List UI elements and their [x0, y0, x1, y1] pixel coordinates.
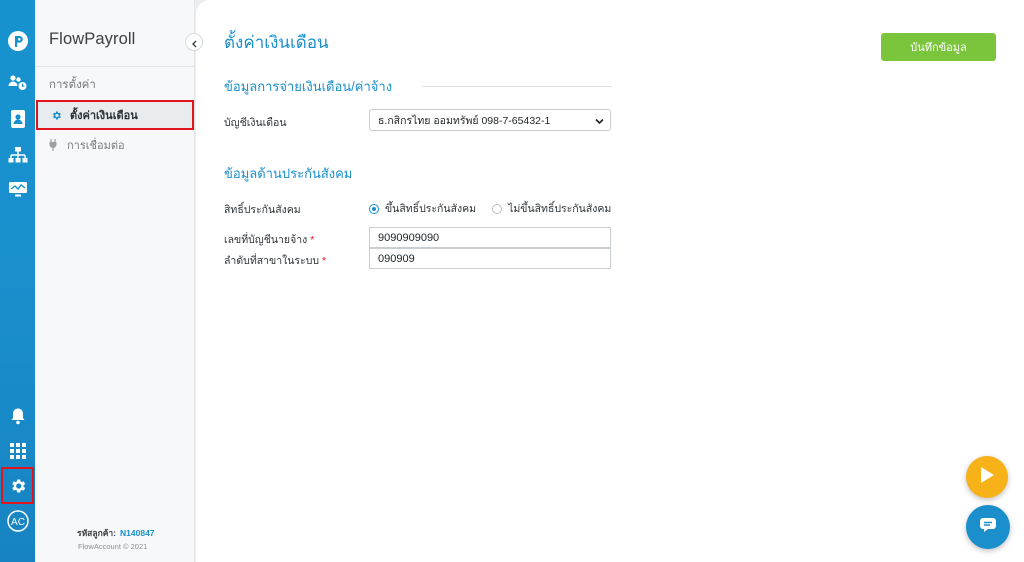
- save-button[interactable]: บันทึกข้อมูล: [881, 33, 996, 61]
- grid-icon[interactable]: [0, 436, 35, 466]
- branch-number-input[interactable]: [369, 248, 611, 269]
- sidebar-item-connections[interactable]: การเชื่อมต่อ: [35, 130, 195, 160]
- people-clock-icon[interactable]: [0, 68, 35, 98]
- divider: [422, 86, 613, 87]
- payment-section-heading: ข้อมูลการจ่ายเงินเดือน/ค่าจ้าง: [224, 76, 613, 97]
- required-mark: *: [322, 255, 327, 267]
- chevron-left-icon: [191, 33, 198, 52]
- radio-selected-icon[interactable]: [369, 203, 379, 214]
- employer-account-label: เลขที่บัญชีนายจ้าง *: [224, 231, 314, 248]
- section-heading-text: ข้อมูลด้านประกันสังคม: [224, 166, 353, 181]
- copyright: FlowAccount © 2021: [78, 542, 148, 551]
- play-tutorial-button[interactable]: [966, 456, 1008, 498]
- sidebar-item-label: ตั้งค่าเงินเดือน: [70, 110, 138, 122]
- plug-icon: [47, 139, 59, 151]
- social-security-section-heading: ข้อมูลด้านประกันสังคม: [224, 163, 352, 184]
- play-icon: [979, 466, 995, 488]
- id-card-icon[interactable]: [0, 104, 35, 134]
- collapse-sidebar-button[interactable]: [185, 33, 203, 51]
- salary-account-select[interactable]: ธ.กสิกรไทย ออมทรัพย์ 098-7-65432-1: [369, 109, 611, 131]
- employer-account-input[interactable]: [369, 227, 611, 248]
- radio-label: ไม่ขึ้นสิทธิ์ประกันสังคม: [508, 203, 612, 215]
- section-heading-text: ข้อมูลการจ่ายเงินเดือน/ค่าจ้าง: [224, 79, 393, 94]
- icon-rail: AC: [0, 0, 35, 562]
- customer-code-label: รหัสลูกค้า:: [77, 528, 117, 538]
- main-content: ตั้งค่าเงินเดือน บันทึกข้อมูล ข้อมูลการจ…: [196, 0, 1024, 562]
- sidebar-item-label: การเชื่อมต่อ: [67, 140, 125, 152]
- social-rights-radio-group: ขึ้นสิทธิ์ประกันสังคม ไม่ขึ้นสิทธิ์ประกั…: [369, 200, 627, 217]
- radio-unselected-icon[interactable]: [492, 203, 503, 214]
- select-value: ธ.กสิกรไทย ออมทรัพย์ 098-7-65432-1: [378, 114, 551, 127]
- chat-icon: [979, 517, 997, 537]
- field-label-text: ลำดับที่สาขาในระบบ: [224, 255, 320, 267]
- chat-button[interactable]: [966, 505, 1010, 549]
- settings-gear-icon[interactable]: [1, 467, 34, 504]
- brand-title: FlowPayroll: [49, 30, 136, 48]
- sidebar-item-payroll-settings[interactable]: ตั้งค่าเงินเดือน: [36, 100, 194, 130]
- field-label-text: เลขที่บัญชีนายจ้าง: [224, 234, 308, 246]
- social-rights-label: สิทธิ์ประกันสังคม: [224, 204, 301, 216]
- gear-icon: [50, 109, 62, 121]
- radio-label: ขึ้นสิทธิ์ประกันสังคม: [385, 203, 477, 215]
- bell-icon[interactable]: [0, 401, 35, 431]
- radio-registered[interactable]: ขึ้นสิทธิ์ประกันสังคม: [369, 200, 476, 217]
- chevron-down-icon: [595, 116, 604, 128]
- divider: [35, 66, 194, 67]
- account-label: บัญชีเงินเดือน: [224, 117, 287, 129]
- settings-sidebar: FlowPayroll การตั้งค่า ตั้งค่าเงินเดือน …: [35, 0, 195, 562]
- section-label: การตั้งค่า: [49, 79, 96, 91]
- customer-code: รหัสลูกค้า: N140847: [77, 526, 155, 540]
- required-mark: *: [310, 234, 315, 246]
- monitor-chart-icon[interactable]: [0, 174, 35, 204]
- page-title: ตั้งค่าเงินเดือน: [224, 33, 329, 52]
- radio-not-registered[interactable]: ไม่ขึ้นสิทธิ์ประกันสังคม: [492, 200, 611, 217]
- customer-code-value: N140847: [120, 528, 155, 538]
- org-chart-icon[interactable]: [0, 140, 35, 170]
- branch-label: ลำดับที่สาขาในระบบ *: [224, 252, 326, 269]
- avatar-initials: AC: [11, 517, 25, 528]
- logo-icon[interactable]: [0, 26, 35, 56]
- avatar[interactable]: AC: [0, 506, 35, 536]
